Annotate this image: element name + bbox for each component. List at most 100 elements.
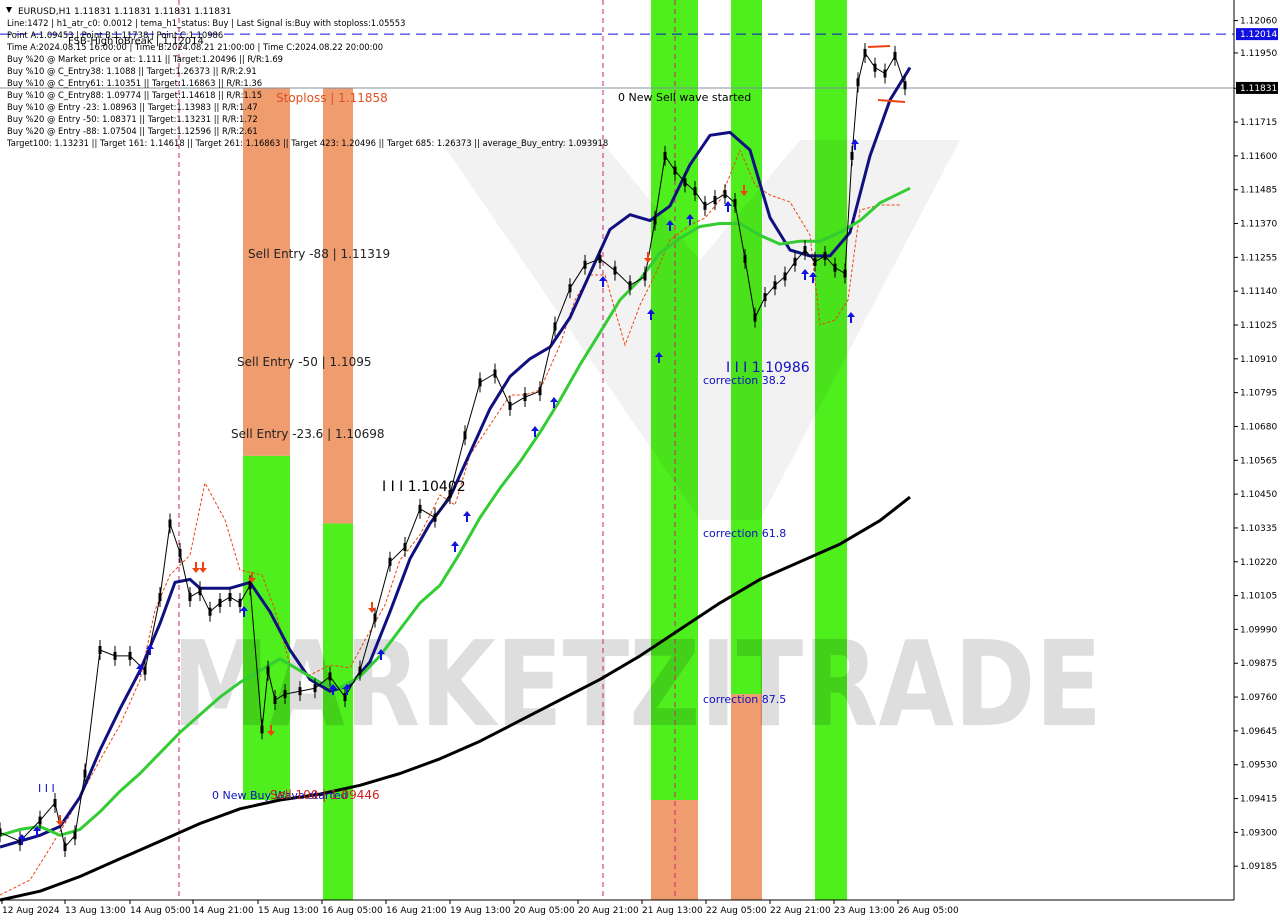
y-tick-label: 1.09990 [1240, 625, 1277, 635]
annotation-label: Sell 100 | 1.09446 [270, 788, 380, 802]
y-tick-label: 1.09760 [1240, 693, 1277, 703]
candle-body [53, 798, 57, 807]
candle-body [683, 178, 687, 187]
candle-body [663, 151, 667, 160]
y-tick-label: 1.10910 [1240, 355, 1277, 365]
x-tick-label: 20 Aug 05:00 [514, 906, 575, 916]
zone-green-8 [815, 0, 847, 900]
candle-body [568, 284, 572, 293]
annotation-label: correction 61.8 [703, 527, 786, 540]
annotation-label: Sell Entry -23.6 | 1.10698 [231, 427, 385, 441]
x-tick-label: 12 Aug 2024 [2, 906, 60, 916]
zone-orange-3 [323, 88, 353, 524]
candle-body [143, 666, 147, 675]
annotation-label: Stoploss | 1.11858 [276, 91, 388, 105]
candle-body [228, 593, 232, 602]
x-tick-label: 22 Aug 05:00 [706, 906, 767, 916]
candle-body [850, 151, 854, 160]
info-line: Buy %20 @ Entry -88: 1.07504 || Target:1… [7, 126, 258, 136]
x-tick-label: 15 Aug 13:00 [258, 906, 319, 916]
y-tick-label: 1.11600 [1240, 152, 1277, 162]
candle-body [388, 557, 392, 566]
y-tick-label: 1.12060 [1240, 17, 1277, 27]
candle-body [813, 257, 817, 266]
candle-body [273, 696, 277, 704]
x-tick-label: 22 Aug 21:00 [770, 906, 831, 916]
x-tick-label: 23 Aug 13:00 [834, 906, 895, 916]
candle-body [178, 548, 182, 557]
candle-body [743, 254, 747, 263]
candle-body [863, 48, 867, 57]
candle-body [433, 513, 437, 522]
candle-body [673, 166, 677, 175]
candle-body [763, 293, 767, 302]
candle-body [538, 387, 542, 396]
y-tick-label: 1.10450 [1240, 490, 1277, 500]
candle-body [248, 581, 252, 590]
candle-body [63, 843, 67, 852]
x-tick-label: 20 Aug 21:00 [578, 906, 639, 916]
candle-body [83, 769, 87, 778]
candle-body [403, 543, 407, 552]
candle-body [843, 269, 847, 278]
annotation-label: I I I 1.10402 [382, 479, 466, 495]
y-tick-label: 1.11140 [1240, 287, 1277, 297]
candle-body [753, 313, 757, 322]
y-tick-label: 1.10105 [1240, 592, 1277, 602]
y-tick-label: 1.11950 [1240, 49, 1277, 59]
candle-body [478, 378, 482, 387]
info-line: Buy %10 @ C_Entry61: 1.10351 || Target:1… [7, 78, 262, 88]
price-tag-label: 1.11831 [1240, 84, 1277, 94]
y-tick-label: 1.10335 [1240, 524, 1277, 534]
info-line: Buy %20 @ Entry -50: 1.08371 || Target:1… [7, 114, 258, 124]
candle-body [508, 401, 512, 410]
candle-body [218, 598, 222, 607]
candle-body [128, 651, 132, 660]
info-line: Target100: 1.13231 || Target 161: 1.1461… [6, 138, 608, 148]
x-tick-label: 16 Aug 05:00 [322, 906, 383, 916]
y-tick-label: 1.09415 [1240, 795, 1277, 805]
candle-body [418, 504, 422, 513]
annotation-label: correction 87.5 [703, 693, 786, 706]
x-tick-label: 13 Aug 13:00 [65, 906, 126, 916]
annotation-label: 0 New Sell wave started [618, 91, 751, 104]
candle-body [833, 263, 837, 272]
candle-body [613, 266, 617, 275]
candle-body [643, 272, 647, 281]
y-tick-label: 1.11370 [1240, 220, 1277, 230]
candle-body [266, 666, 270, 675]
candle-body [773, 281, 777, 290]
x-tick-label: 21 Aug 13:00 [642, 906, 703, 916]
recent-high-segment [867, 45, 891, 48]
candle-body [98, 646, 102, 654]
info-line: Buy %10 @ C_Entry88: 1.09774 || Target:1… [7, 90, 262, 100]
candle-body [803, 246, 807, 254]
candle-body [463, 431, 467, 440]
candle-body [703, 201, 707, 210]
candle-body [823, 251, 827, 260]
y-tick-label: 1.11255 [1240, 253, 1277, 263]
candle-body [260, 725, 264, 734]
candle-body [358, 666, 362, 675]
watermark-text: MARKETZITRADE [172, 615, 1102, 753]
candle-body [373, 613, 377, 622]
candle-body [158, 593, 162, 602]
x-tick-label: 14 Aug 21:00 [193, 906, 254, 916]
candle-body [283, 690, 287, 699]
y-tick-label: 1.09875 [1240, 659, 1277, 669]
candle-body [188, 593, 192, 602]
y-tick-label: 1.11485 [1240, 186, 1277, 196]
candle-body [793, 257, 797, 266]
candle-body [198, 587, 202, 596]
y-tick-label: 1.11715 [1240, 118, 1277, 128]
info-line: Buy %10 @ C_Entry38: 1.1088 || Target:1.… [7, 66, 257, 76]
candle-body [553, 322, 557, 331]
chart-symbol-header: EURUSD,H1 1.11831 1.11831 1.11831 1.1183… [18, 7, 231, 17]
y-tick-label: 1.11025 [1240, 321, 1277, 331]
candle-body [628, 281, 632, 290]
x-tick-label: 14 Aug 05:00 [130, 906, 191, 916]
price-tag-label: 1.12014 [1240, 30, 1277, 40]
candle-body [733, 198, 737, 207]
candle-body [693, 187, 697, 196]
candle-body [208, 607, 212, 616]
